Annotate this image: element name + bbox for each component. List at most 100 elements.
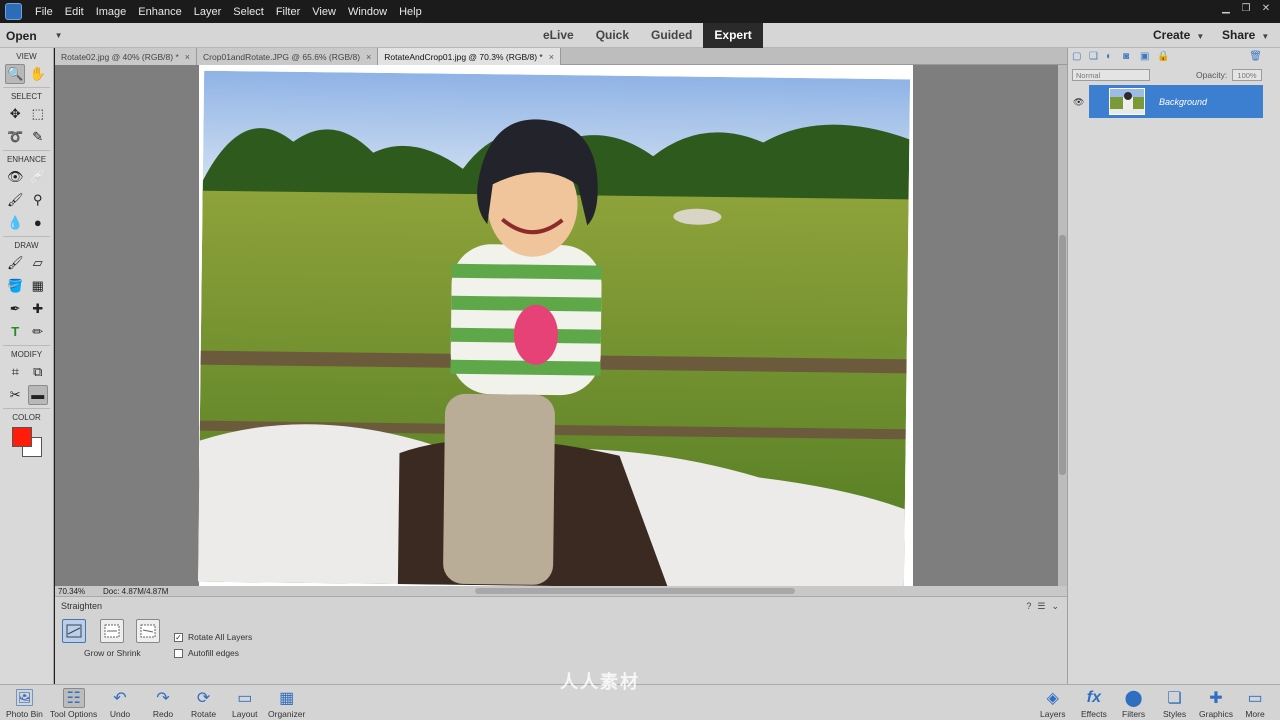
- styles-button[interactable]: ❏ Styles: [1163, 688, 1186, 719]
- eraser-tool-icon[interactable]: ▱: [28, 253, 48, 273]
- brush-tool-icon[interactable]: 🖌: [5, 253, 25, 273]
- close-icon[interactable]: ×: [549, 52, 554, 62]
- canvas-area[interactable]: [55, 65, 1058, 586]
- type-tool-icon[interactable]: T: [5, 322, 25, 342]
- effects-label: Effects: [1081, 709, 1107, 719]
- spot-healing-tool-icon[interactable]: 🩹: [28, 167, 48, 187]
- mode-quick[interactable]: Quick: [585, 23, 640, 48]
- organizer-icon: ▦: [279, 690, 295, 707]
- straighten-mode-label: Grow or Shrink: [84, 648, 141, 658]
- section-modify: MODIFY: [10, 350, 43, 359]
- blend-mode-select[interactable]: Normal: [1072, 69, 1150, 81]
- chevron-down-icon: ▼: [1196, 32, 1205, 41]
- quick-select-tool-icon[interactable]: ✎: [28, 127, 48, 147]
- lasso-tool-icon[interactable]: ➰: [5, 127, 25, 147]
- menu-select[interactable]: Select: [227, 6, 270, 18]
- sponge-tool-icon[interactable]: ●: [28, 213, 48, 233]
- open-button[interactable]: Open ▼: [6, 26, 63, 45]
- graphics-button[interactable]: ✚ Graphics: [1199, 688, 1233, 719]
- new-group-icon[interactable]: ❏: [1089, 51, 1101, 63]
- red-eye-tool-icon[interactable]: 👁: [5, 167, 25, 187]
- share-button[interactable]: Share ▼: [1222, 28, 1269, 42]
- document-photo[interactable]: [197, 70, 911, 586]
- menu-file[interactable]: File: [29, 6, 59, 18]
- tab-crop01androtate[interactable]: Crop01andRotate.JPG @ 65.6% (RGB/8) ×: [197, 48, 379, 65]
- tab-rotateandcrop01[interactable]: RotateAndCrop01.jpg @ 70.3% (RGB/8) * ×: [378, 48, 561, 65]
- rotate-button[interactable]: ⟳ Rotate: [191, 688, 216, 719]
- gradient-tool-icon[interactable]: ▦: [28, 276, 48, 296]
- shape-tool-icon[interactable]: ✚: [28, 299, 48, 319]
- tab-label: Rotate02.jpg @ 40% (RGB/8) *: [61, 51, 179, 62]
- horizontal-scrollbar[interactable]: [475, 588, 795, 594]
- content-aware-move-tool-icon[interactable]: ✂: [5, 385, 25, 405]
- styles-icon: ❏: [1167, 690, 1182, 707]
- scrollbar-thumb[interactable]: [1059, 235, 1066, 475]
- photo-bin-icon: 🖼: [14, 690, 35, 707]
- lock-all-icon[interactable]: 🔒: [1157, 51, 1169, 63]
- crop-tool-icon[interactable]: ⌗: [5, 362, 25, 382]
- menu-enhance[interactable]: Enhance: [132, 6, 187, 18]
- rotate-all-layers-checkbox[interactable]: ✓ Rotate All Layers: [174, 632, 252, 642]
- menu-edit[interactable]: Edit: [59, 6, 90, 18]
- blur-tool-icon[interactable]: 💧: [5, 213, 25, 233]
- lock-transparency-icon[interactable]: ▣: [1140, 51, 1152, 63]
- layout-button[interactable]: ▭ Layout: [232, 688, 258, 719]
- menu-window[interactable]: Window: [342, 6, 393, 18]
- original-size-icon: [140, 624, 156, 638]
- remove-background-button[interactable]: [100, 619, 124, 643]
- smart-brush-tool-icon[interactable]: 🖌: [5, 190, 25, 210]
- layers-button[interactable]: ◈ Layers: [1040, 688, 1066, 719]
- adjustment-layer-icon[interactable]: ◐: [1106, 51, 1118, 63]
- mode-guided[interactable]: Guided: [640, 23, 703, 48]
- recompose-tool-icon[interactable]: ⧉: [28, 362, 48, 382]
- layout-label: Layout: [232, 709, 258, 719]
- mode-expert[interactable]: Expert: [703, 23, 763, 48]
- effects-button[interactable]: fx Effects: [1081, 688, 1107, 719]
- create-button[interactable]: Create ▼: [1153, 28, 1204, 42]
- close-icon[interactable]: ✕: [1258, 2, 1274, 16]
- menu-image[interactable]: Image: [90, 6, 133, 18]
- options-menu-icon[interactable]: ☰: [1037, 601, 1045, 612]
- marquee-tool-icon[interactable]: ⬚: [28, 104, 48, 124]
- organizer-button[interactable]: ▦ Organizer: [268, 688, 305, 719]
- redo-button[interactable]: ↷ Redo: [152, 688, 174, 719]
- move-tool-icon[interactable]: ✥: [5, 104, 25, 124]
- hand-tool-icon[interactable]: ✋: [28, 64, 48, 84]
- undo-button[interactable]: ↶ Undo: [109, 688, 131, 719]
- trash-icon[interactable]: 🗑: [1249, 51, 1262, 62]
- layer-mask-icon[interactable]: ◙: [1123, 51, 1135, 63]
- photo-bin-button[interactable]: 🖼 Photo Bin: [6, 688, 43, 719]
- new-layer-icon[interactable]: ▢: [1072, 51, 1084, 63]
- straighten-tool-icon[interactable]: ▬: [27, 384, 48, 405]
- filters-button[interactable]: ⬤ Filters: [1122, 688, 1145, 719]
- zoom-tool-icon[interactable]: 🔍: [5, 63, 26, 84]
- original-size-button[interactable]: [136, 619, 160, 643]
- clone-stamp-tool-icon[interactable]: ⚲: [28, 190, 48, 210]
- vertical-scrollbar[interactable]: [1058, 65, 1067, 586]
- grow-or-shrink-button[interactable]: [62, 619, 86, 643]
- more-button[interactable]: ▭ More: [1244, 688, 1266, 719]
- mode-elive[interactable]: eLive: [532, 23, 585, 48]
- autofill-edges-checkbox[interactable]: Autofill edges: [174, 648, 239, 658]
- help-icon[interactable]: ?: [1026, 601, 1031, 612]
- chevron-down-icon[interactable]: ⌄: [1051, 601, 1059, 612]
- pencil-tool-icon[interactable]: ✏: [28, 322, 48, 342]
- foreground-color-swatch[interactable]: [12, 427, 32, 447]
- eyedropper-tool-icon[interactable]: ✒: [5, 299, 25, 319]
- zoom-level[interactable]: 70.34%: [55, 587, 95, 596]
- restore-icon[interactable]: ❐: [1238, 2, 1254, 16]
- close-icon[interactable]: ×: [185, 52, 190, 62]
- menu-help[interactable]: Help: [393, 6, 428, 18]
- layer-row-background[interactable]: Background: [1089, 85, 1263, 118]
- tool-options-button[interactable]: ☷ Tool Options: [50, 688, 97, 719]
- menu-filter[interactable]: Filter: [270, 6, 306, 18]
- visibility-eye-icon[interactable]: 👁: [1073, 97, 1084, 108]
- opacity-input[interactable]: 100%: [1232, 69, 1262, 81]
- paint-bucket-tool-icon[interactable]: 🪣: [5, 276, 25, 296]
- layers-icon: ◈: [1046, 690, 1059, 707]
- tab-rotate02[interactable]: Rotate02.jpg @ 40% (RGB/8) * ×: [55, 48, 198, 65]
- menu-layer[interactable]: Layer: [188, 6, 228, 18]
- close-icon[interactable]: ×: [366, 52, 371, 62]
- minimize-icon[interactable]: ▁: [1218, 2, 1234, 16]
- menu-view[interactable]: View: [306, 6, 342, 18]
